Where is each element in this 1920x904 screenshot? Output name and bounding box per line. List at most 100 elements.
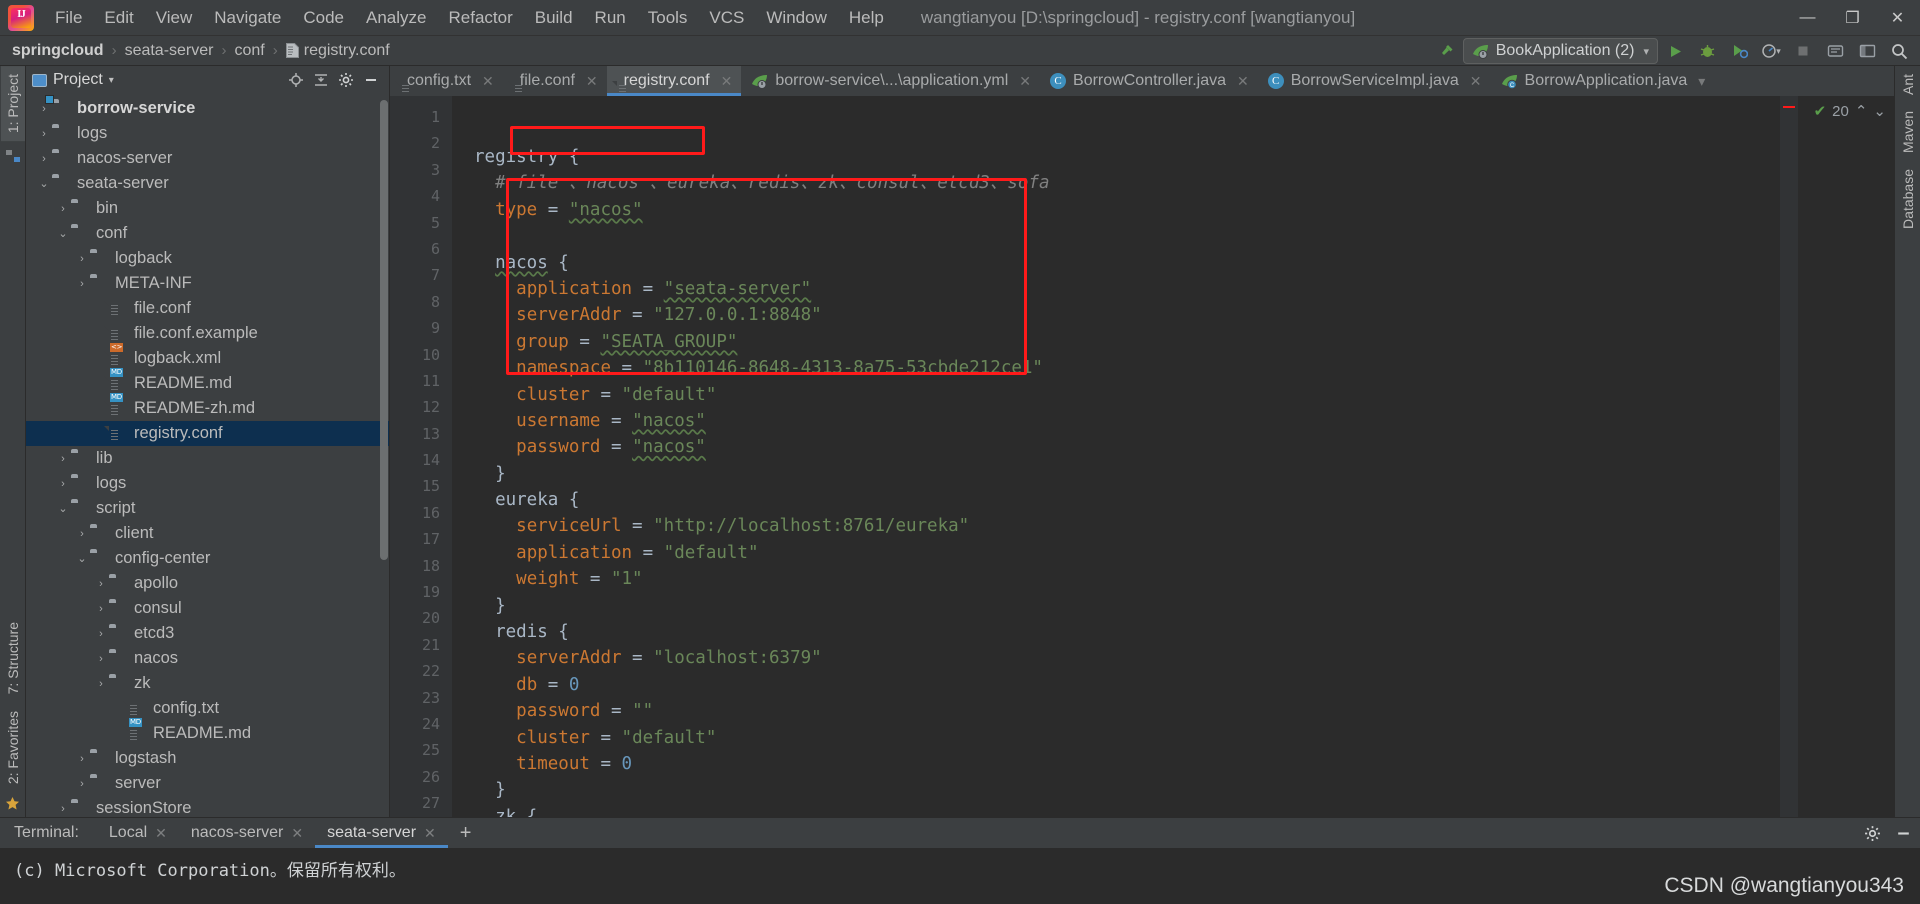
tree-item-consul[interactable]: › consul [26,596,389,621]
chevron-down-icon[interactable]: ⌄ [36,177,52,190]
chevron-right-icon[interactable]: › [36,153,52,165]
locate-file-icon[interactable] [288,72,304,88]
tree-item-nacos-server[interactable]: › nacos-server [26,146,389,171]
menu-view[interactable]: View [145,4,204,32]
menu-analyze[interactable]: Analyze [355,4,437,32]
close-icon[interactable]: ✕ [482,73,494,90]
tool-window-favorites[interactable]: 2: Favorites [1,703,25,792]
tree-item-conf[interactable]: ⌄ conf [26,221,389,246]
close-icon[interactable]: ✕ [1019,73,1031,90]
tree-item-file-conf-example[interactable]: ›file.conf.example [26,321,389,346]
build-hammer-icon[interactable] [1431,38,1461,64]
tree-item-file-conf[interactable]: ›file.conf [26,296,389,321]
inspection-next-icon[interactable]: ⌄ [1873,102,1886,120]
editor-tab-config-txt[interactable]: config.txt ✕ [390,66,503,96]
tree-item-etcd3[interactable]: › etcd3 [26,621,389,646]
menu-run[interactable]: Run [584,4,637,32]
chevron-right-icon[interactable]: › [74,778,90,790]
menu-build[interactable]: Build [524,4,584,32]
tree-item-client[interactable]: › client [26,521,389,546]
hide-panel-icon[interactable] [363,72,379,88]
chevron-right-icon[interactable]: › [55,478,71,490]
tree-item-borrow-service[interactable]: › borrow-service [26,96,389,121]
close-icon[interactable]: ✕ [291,825,303,842]
layout-toggle-icon[interactable] [1852,38,1882,64]
tree-item-logs[interactable]: › logs [26,471,389,496]
tree-item-config-center[interactable]: ⌄ config-center [26,546,389,571]
tree-item-sessionstore[interactable]: › sessionStore [26,796,389,817]
menu-window[interactable]: Window [755,4,837,32]
tree-item-logs[interactable]: › logs [26,121,389,146]
terminal-tab-seata-server[interactable]: seata-server ✕ [315,818,448,848]
tree-item-readme-md[interactable]: ›MDREADME.md [26,717,389,746]
editor-tab-borrowcontroller-java[interactable]: C BorrowController.java ✕ [1040,66,1258,96]
menu-refactor[interactable]: Refactor [437,4,523,32]
inspection-prev-icon[interactable]: ⌃ [1855,102,1868,120]
run-with-coverage-button[interactable] [1724,38,1754,64]
editor-tab-borrow-service-application-yml[interactable]: borrow-service\...\application.yml ✕ [741,66,1040,96]
close-icon[interactable]: ✕ [155,825,167,842]
tree-item-readme-md[interactable]: ›MDREADME.md [26,367,389,396]
menu-help[interactable]: Help [838,4,895,32]
project-tree[interactable]: › borrow-service › logs › nacos-server ⌄ seata-… [26,94,389,817]
gear-icon[interactable] [338,72,354,88]
run-button[interactable] [1660,38,1690,64]
tree-item-script[interactable]: ⌄ script [26,496,389,521]
project-tree-scrollbar[interactable] [380,100,388,560]
tree-item-nacos[interactable]: › nacos [26,646,389,671]
editor-tab-borrowserviceimpl-java[interactable]: C BorrowServiceImpl.java ✕ [1258,66,1491,96]
tool-window-maven[interactable]: Maven [1896,103,1920,161]
inspection-widget[interactable]: ✔ 20 ⌃ ⌄ [1814,102,1886,121]
breadcrumb-registry-conf[interactable]: registry.conf [285,42,390,60]
editor-tab-file-conf[interactable]: file.conf ✕ [503,66,607,96]
run-configuration-selector[interactable]: BookApplication (2) ▾ [1462,38,1658,64]
tool-window-database[interactable]: Database [1896,161,1920,237]
tool-window-project[interactable]: 1: Project [0,66,25,142]
structure-mini-icon[interactable] [5,149,21,163]
editor-tab-registry-conf[interactable]: registry.conf ✕ [606,66,742,96]
chevron-right-icon[interactable]: › [93,653,109,665]
chevron-right-icon[interactable]: › [36,128,52,140]
new-terminal-button[interactable]: + [448,822,484,845]
tree-item-logback[interactable]: › logback [26,246,389,271]
close-icon[interactable]: ✕ [1470,73,1482,90]
editor-marker-bar[interactable] [1780,96,1798,817]
breadcrumb-seata-server[interactable]: seata-server [125,42,214,60]
close-icon[interactable]: ✕ [586,73,598,90]
chevron-down-icon[interactable]: ▾ [1698,73,1705,90]
star-icon[interactable] [5,796,20,811]
chevron-right-icon[interactable]: › [93,603,109,615]
tool-window-structure[interactable]: 7: Structure [1,614,25,702]
chevron-right-icon[interactable]: › [74,278,90,290]
menu-edit[interactable]: Edit [93,4,144,32]
close-icon[interactable]: ✕ [1237,73,1249,90]
tree-item-apollo[interactable]: › apollo [26,571,389,596]
tree-item-lib[interactable]: › lib [26,446,389,471]
tree-item-seata-server[interactable]: ⌄ seata-server [26,171,389,196]
tree-item-logstash[interactable]: › logstash [26,746,389,771]
chevron-right-icon[interactable]: › [74,753,90,765]
profiler-button[interactable]: ▾ [1756,38,1786,64]
chevron-right-icon[interactable]: › [55,203,71,215]
menu-code[interactable]: Code [292,4,355,32]
breadcrumb-conf[interactable]: conf [234,42,264,60]
maximize-button[interactable]: ❐ [1830,0,1875,36]
chevron-right-icon[interactable]: › [93,628,109,640]
chevron-right-icon[interactable]: › [93,578,109,590]
search-everywhere-icon[interactable] [1884,38,1914,64]
debug-button[interactable] [1692,38,1722,64]
tree-item-meta-inf[interactable]: › META-INF [26,271,389,296]
chevron-down-icon[interactable]: ⌄ [74,552,90,565]
collapse-all-icon[interactable] [313,72,329,88]
tree-item-zk[interactable]: › zk [26,671,389,696]
menu-vcs[interactable]: VCS [698,4,755,32]
menu-navigate[interactable]: Navigate [203,4,292,32]
menu-tools[interactable]: Tools [637,4,699,32]
hide-terminal-icon[interactable] [1895,825,1912,842]
tree-item-server[interactable]: › server [26,771,389,796]
chevron-right-icon[interactable]: › [36,103,52,115]
editor-tab-borrowapplication-java[interactable]: C BorrowApplication.java ▾ [1491,66,1715,96]
chevron-down-icon[interactable]: ▾ [109,75,114,86]
tree-item-logback-xml[interactable]: ›<>logback.xml [26,342,389,371]
tree-item-registry-conf[interactable]: ›registry.conf [26,421,389,446]
